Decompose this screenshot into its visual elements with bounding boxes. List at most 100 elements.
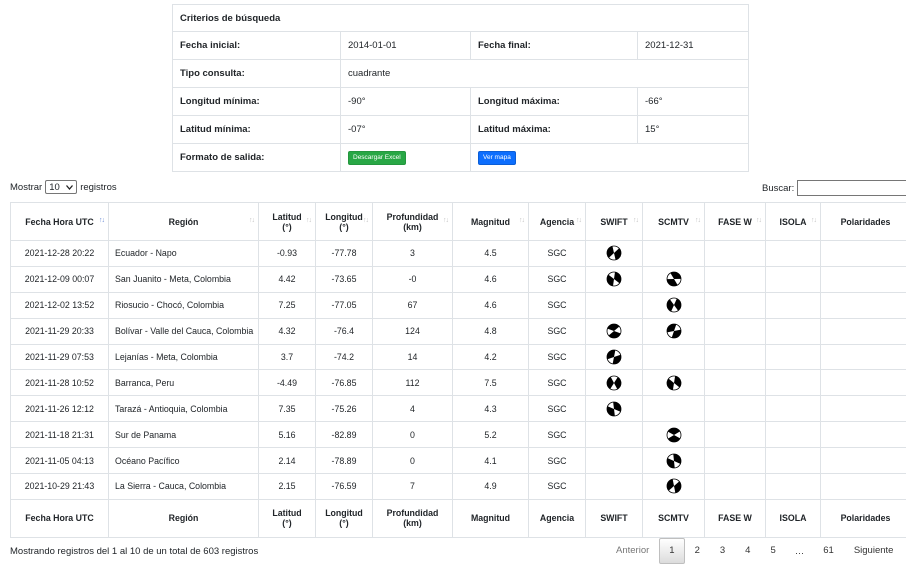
page-length-select[interactable]: 10	[45, 180, 77, 194]
beachball-icon[interactable]	[645, 427, 702, 443]
table-row[interactable]: 2021-12-09 00:07San Juanito - Meta, Colo…	[11, 266, 906, 292]
cell-agencia: SGC	[529, 474, 586, 500]
cell-swift	[586, 448, 643, 474]
footer-agencia: Agencia	[529, 499, 586, 537]
pagination-page-3[interactable]: 3	[710, 538, 735, 564]
longitud-minima-label: Longitud mínima:	[173, 88, 341, 116]
beachball-icon[interactable]	[588, 375, 640, 391]
cell-agencia: SGC	[529, 422, 586, 448]
column-header-polaridades[interactable]: Polaridades	[821, 203, 906, 241]
search-input[interactable]	[797, 180, 906, 196]
cell-prof: -0	[373, 266, 453, 292]
table-row[interactable]: 2021-11-26 12:12Tarazá - Antioquia, Colo…	[11, 396, 906, 422]
fecha-inicial-value: 2014-01-01	[341, 32, 471, 60]
tipo-consulta-value: cuadrante	[341, 60, 749, 88]
length-prefix: Mostrar	[10, 182, 42, 193]
cell-swift	[586, 396, 643, 422]
page-length-control: Mostrar 10 registros	[10, 180, 117, 194]
column-header-agencia[interactable]: Agencia	[529, 203, 586, 241]
cell-mag: 4.2	[453, 344, 529, 370]
cell-fecha: 2021-11-28 10:52	[11, 370, 109, 396]
beachball-icon[interactable]	[645, 297, 702, 313]
cell-agencia: SGC	[529, 370, 586, 396]
table-row[interactable]: 2021-11-05 04:13Océano Pacífico2.14-78.8…	[11, 448, 906, 474]
beachball-icon[interactable]	[588, 323, 640, 339]
cell-isola	[766, 292, 821, 318]
pagination-ellipsis: …	[786, 546, 814, 557]
column-header-scmtv[interactable]: SCMTV	[643, 203, 705, 241]
cell-lat: 4.42	[259, 266, 316, 292]
beachball-icon[interactable]	[588, 401, 640, 417]
column-header-magnitud[interactable]: Magnitud	[453, 203, 529, 241]
cell-lon: -77.78	[316, 241, 373, 267]
table-row[interactable]: 2021-10-29 21:43La Sierra - Cauca, Colom…	[11, 474, 906, 500]
latitud-minima-label: Latitud mínima:	[173, 116, 341, 144]
table-row[interactable]: 2021-12-02 13:52Riosucio - Chocó, Colomb…	[11, 292, 906, 318]
cell-region: Barranca, Peru	[109, 370, 259, 396]
cell-fasew	[705, 344, 766, 370]
cell-polaridades	[821, 448, 906, 474]
column-header-latitud[interactable]: Latitud(°)	[259, 203, 316, 241]
cell-fasew	[705, 448, 766, 474]
cell-prof: 7	[373, 474, 453, 500]
cell-polaridades	[821, 344, 906, 370]
cell-region: Lejanías - Meta, Colombia	[109, 344, 259, 370]
cell-scmtv	[643, 396, 705, 422]
footer-longitud: Longitud(°)	[316, 499, 373, 537]
cell-polaridades	[821, 241, 906, 267]
longitud-minima-value: -90°	[341, 88, 471, 116]
column-header-profundidad[interactable]: Profundidad(km)	[373, 203, 453, 241]
pagination-page-4[interactable]: 4	[735, 538, 760, 564]
table-row[interactable]: 2021-11-28 10:52Barranca, Peru-4.49-76.8…	[11, 370, 906, 396]
cell-fecha: 2021-10-29 21:43	[11, 474, 109, 500]
table-row[interactable]: 2021-11-29 07:53Lejanías - Meta, Colombi…	[11, 344, 906, 370]
pagination-next[interactable]: Siguiente	[844, 538, 904, 564]
longitud-maxima-label: Longitud máxima:	[471, 88, 638, 116]
column-header-swift[interactable]: SWIFT	[586, 203, 643, 241]
table-row[interactable]: 2021-12-28 20:22Ecuador - Napo-0.93-77.7…	[11, 241, 906, 267]
beachball-icon[interactable]	[588, 271, 640, 287]
cell-lat: 2.14	[259, 448, 316, 474]
beachball-icon[interactable]	[645, 271, 702, 287]
column-header-region[interactable]: Región	[109, 203, 259, 241]
cell-isola	[766, 318, 821, 344]
table-row[interactable]: 2021-11-29 20:33Bolívar - Valle del Cauc…	[11, 318, 906, 344]
pagination-page-5[interactable]: 5	[760, 538, 785, 564]
table-info: Mostrando registros del 1 al 10 de un to…	[10, 546, 258, 557]
map-cell: Ver mapa	[471, 144, 749, 172]
cell-fasew	[705, 396, 766, 422]
view-map-button[interactable]: Ver mapa	[478, 151, 516, 165]
cell-fecha: 2021-11-29 20:33	[11, 318, 109, 344]
pagination-page-1[interactable]: 1	[659, 538, 684, 564]
pagination-page-last[interactable]: 61	[813, 538, 844, 564]
cell-isola	[766, 370, 821, 396]
beachball-icon[interactable]	[645, 323, 702, 339]
column-header-fasew[interactable]: FASE W	[705, 203, 766, 241]
cell-lat: 4.32	[259, 318, 316, 344]
pagination-previous[interactable]: Anterior	[606, 538, 659, 564]
beachball-icon[interactable]	[645, 375, 702, 391]
beachball-icon[interactable]	[645, 453, 702, 469]
footer-profundidad: Profundidad(km)	[373, 499, 453, 537]
cell-fasew	[705, 292, 766, 318]
column-header-fecha[interactable]: Fecha Hora UTC	[11, 203, 109, 241]
cell-fasew	[705, 422, 766, 448]
excel-cell: Descargar Excel	[341, 144, 471, 172]
beachball-icon[interactable]	[588, 349, 640, 365]
cell-isola	[766, 474, 821, 500]
beachball-icon[interactable]	[588, 245, 640, 261]
cell-scmtv	[643, 318, 705, 344]
beachball-icon[interactable]	[645, 478, 702, 494]
cell-scmtv	[643, 292, 705, 318]
cell-scmtv	[643, 241, 705, 267]
chevron-down-icon	[66, 182, 73, 193]
cell-lon: -82.89	[316, 422, 373, 448]
column-header-longitud[interactable]: Longitud(°)	[316, 203, 373, 241]
tipo-consulta-label: Tipo consulta:	[173, 60, 341, 88]
cell-region: Tarazá - Antioquia, Colombia	[109, 396, 259, 422]
column-header-isola[interactable]: ISOLA	[766, 203, 821, 241]
pagination-page-2[interactable]: 2	[685, 538, 710, 564]
table-row[interactable]: 2021-11-18 21:31Sur de Panama5.16-82.890…	[11, 422, 906, 448]
download-excel-button[interactable]: Descargar Excel	[348, 151, 406, 165]
cell-scmtv	[643, 474, 705, 500]
